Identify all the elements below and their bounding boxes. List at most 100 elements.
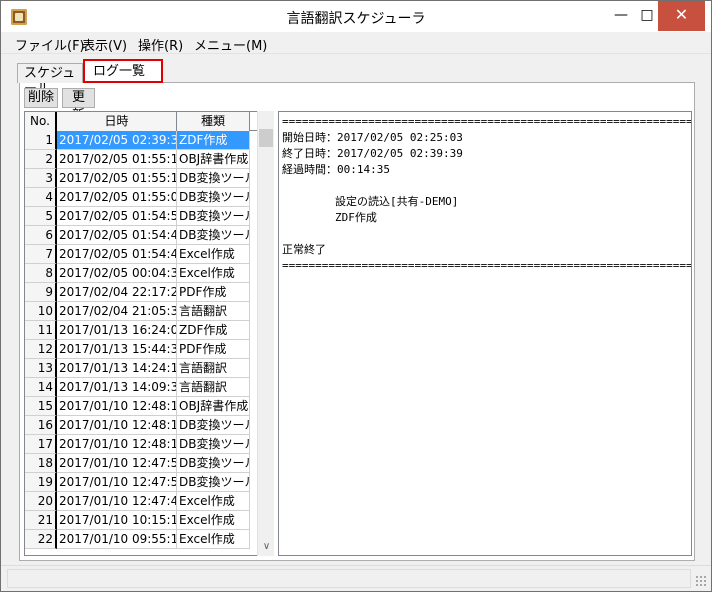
maximize-button[interactable]: □ xyxy=(634,1,660,31)
row-number: 20 xyxy=(25,492,57,511)
row-date: 2017/02/05 02:39:39 xyxy=(57,131,177,150)
row-date: 2017/01/13 16:24:02 xyxy=(57,321,177,340)
row-date: 2017/01/10 12:47:58 xyxy=(57,454,177,473)
log-list-grid[interactable]: No. 日時 種類 1 2017/02/05 02:39:39 ZDF作成 2 2017… xyxy=(24,111,274,556)
row-number: 2 xyxy=(25,150,57,169)
table-row[interactable]: 21 2017/01/10 10:15:16 Excel作成 xyxy=(25,511,258,530)
row-date: 2017/02/05 01:54:43 xyxy=(57,245,177,264)
row-date: 2017/02/05 01:54:49 xyxy=(57,226,177,245)
table-row[interactable]: 1 2017/02/05 02:39:39 ZDF作成 xyxy=(25,131,258,150)
table-row[interactable]: 9 2017/02/04 22:17:29 PDF作成 xyxy=(25,283,258,302)
row-date: 2017/02/04 22:17:29 xyxy=(57,283,177,302)
row-number: 22 xyxy=(25,530,57,549)
title-bar[interactable]: 言語翻訳スケジューラ — □ ✕ xyxy=(1,1,711,32)
row-date: 2017/01/13 14:09:34 xyxy=(57,378,177,397)
row-kind: OBJ辞書作成 xyxy=(177,397,250,416)
row-kind: 言語翻訳 xyxy=(177,359,250,378)
table-row[interactable]: 14 2017/01/13 14:09:34 言語翻訳 xyxy=(25,378,258,397)
tab-strip: スケジュール ログ一覧 xyxy=(17,59,697,97)
table-row[interactable]: 8 2017/02/05 00:04:38 Excel作成 xyxy=(25,264,258,283)
close-button[interactable]: ✕ xyxy=(658,1,705,31)
row-kind: ZDF作成 xyxy=(177,131,250,150)
table-row[interactable]: 2 2017/02/05 01:55:13 OBJ辞書作成 xyxy=(25,150,258,169)
row-date: 2017/01/13 14:24:11 xyxy=(57,359,177,378)
row-kind: DB変換ツール xyxy=(177,188,250,207)
row-date: 2017/02/05 01:55:10 xyxy=(57,169,177,188)
row-date: 2017/02/04 21:05:33 xyxy=(57,302,177,321)
resize-grip-icon[interactable] xyxy=(695,575,707,587)
delete-button[interactable]: 削除 xyxy=(24,88,58,108)
tab-schedule[interactable]: スケジュール xyxy=(17,63,83,97)
row-number: 15 xyxy=(25,397,57,416)
row-date: 2017/01/10 12:47:53 xyxy=(57,473,177,492)
column-header-kind[interactable]: 種類 xyxy=(177,112,250,131)
log-detail-text[interactable]: ========================================… xyxy=(278,111,692,556)
scroll-down-arrow-icon[interactable]: ∨ xyxy=(258,540,275,554)
table-row[interactable]: 7 2017/02/05 01:54:43 Excel作成 xyxy=(25,245,258,264)
row-date: 2017/02/05 01:54:54 xyxy=(57,207,177,226)
row-number: 11 xyxy=(25,321,57,340)
main-window: 言語翻訳スケジューラ — □ ✕ ファイル(F) 表示(V) 操作(R) メニュ… xyxy=(0,0,712,592)
row-number: 19 xyxy=(25,473,57,492)
row-date: 2017/01/13 15:44:35 xyxy=(57,340,177,359)
table-row[interactable]: 18 2017/01/10 12:47:58 DB変換ツール xyxy=(25,454,258,473)
row-date: 2017/01/10 12:48:13 xyxy=(57,416,177,435)
column-header-date[interactable]: 日時 xyxy=(57,112,177,131)
row-date: 2017/01/10 12:47:46 xyxy=(57,492,177,511)
table-row[interactable]: 4 2017/02/05 01:55:07 DB変換ツール xyxy=(25,188,258,207)
row-date: 2017/01/10 09:55:16 xyxy=(57,530,177,549)
table-row[interactable]: 5 2017/02/05 01:54:54 DB変換ツール xyxy=(25,207,258,226)
table-row[interactable]: 17 2017/01/10 12:48:10 DB変換ツール xyxy=(25,435,258,454)
row-date: 2017/02/05 01:55:07 xyxy=(57,188,177,207)
table-row[interactable]: 15 2017/01/10 12:48:17 OBJ辞書作成 xyxy=(25,397,258,416)
row-kind: ZDF作成 xyxy=(177,321,250,340)
menu-file[interactable]: ファイル(F) xyxy=(15,35,85,54)
row-number: 21 xyxy=(25,511,57,530)
row-kind: Excel作成 xyxy=(177,492,250,511)
row-kind: OBJ辞書作成 xyxy=(177,150,250,169)
row-kind: DB変換ツール xyxy=(177,226,250,245)
row-number: 12 xyxy=(25,340,57,359)
table-row[interactable]: 6 2017/02/05 01:54:49 DB変換ツール xyxy=(25,226,258,245)
row-number: 8 xyxy=(25,264,57,283)
table-row[interactable]: 20 2017/01/10 12:47:46 Excel作成 xyxy=(25,492,258,511)
window-title: 言語翻訳スケジューラ xyxy=(286,11,426,27)
table-row[interactable]: 10 2017/02/04 21:05:33 言語翻訳 xyxy=(25,302,258,321)
table-row[interactable]: 13 2017/01/13 14:24:11 言語翻訳 xyxy=(25,359,258,378)
menu-menu[interactable]: メニュー(M) xyxy=(194,35,267,54)
table-row[interactable]: 19 2017/01/10 12:47:53 DB変換ツール xyxy=(25,473,258,492)
grid-scrollbar[interactable]: ∨ xyxy=(257,111,274,556)
row-kind: PDF作成 xyxy=(177,340,250,359)
row-kind: DB変換ツール xyxy=(177,169,250,188)
scrollbar-thumb[interactable] xyxy=(259,129,273,147)
row-date: 2017/02/05 00:04:38 xyxy=(57,264,177,283)
tab-log-list[interactable]: ログ一覧 xyxy=(83,59,163,83)
menu-view[interactable]: 表示(V) xyxy=(82,35,127,54)
row-date: 2017/01/10 10:15:16 xyxy=(57,511,177,530)
row-number: 5 xyxy=(25,207,57,226)
row-number: 17 xyxy=(25,435,57,454)
menu-operation[interactable]: 操作(R) xyxy=(138,35,183,54)
minimize-button[interactable]: — xyxy=(608,1,634,31)
row-kind: DB変換ツール xyxy=(177,473,250,492)
row-kind: Excel作成 xyxy=(177,264,250,283)
row-kind: 言語翻訳 xyxy=(177,302,250,321)
row-number: 7 xyxy=(25,245,57,264)
table-row[interactable]: 22 2017/01/10 09:55:16 Excel作成 xyxy=(25,530,258,549)
grid-header: No. 日時 種類 xyxy=(25,112,273,131)
row-number: 3 xyxy=(25,169,57,188)
column-header-no[interactable]: No. xyxy=(25,112,57,131)
table-row[interactable]: 11 2017/01/13 16:24:02 ZDF作成 xyxy=(25,321,258,340)
row-date: 2017/01/10 12:48:17 xyxy=(57,397,177,416)
row-number: 13 xyxy=(25,359,57,378)
table-row[interactable]: 12 2017/01/13 15:44:35 PDF作成 xyxy=(25,340,258,359)
row-kind: Excel作成 xyxy=(177,511,250,530)
table-row[interactable]: 3 2017/02/05 01:55:10 DB変換ツール xyxy=(25,169,258,188)
table-row[interactable]: 16 2017/01/10 12:48:13 DB変換ツール xyxy=(25,416,258,435)
row-kind: DB変換ツール xyxy=(177,207,250,226)
row-kind: Excel作成 xyxy=(177,245,250,264)
refresh-button[interactable]: 更新 xyxy=(62,88,95,123)
row-number: 14 xyxy=(25,378,57,397)
row-date: 2017/02/05 01:55:13 xyxy=(57,150,177,169)
row-number: 4 xyxy=(25,188,57,207)
